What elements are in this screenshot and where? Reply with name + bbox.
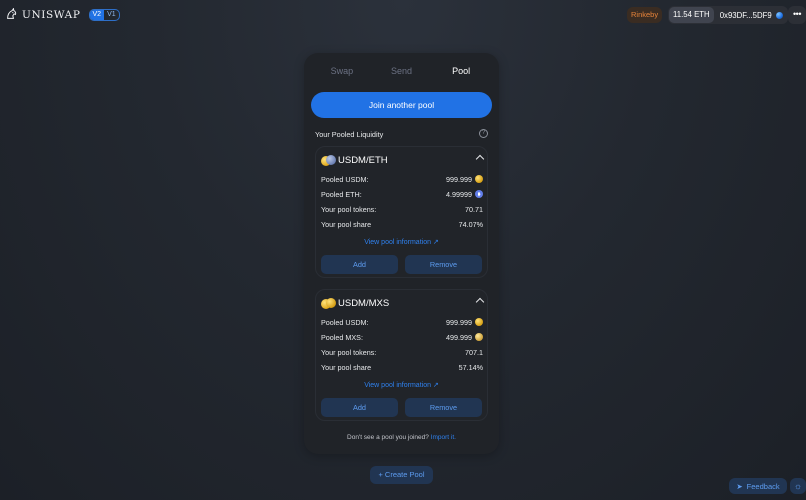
pair-name: USDM/MXS	[338, 298, 390, 309]
row-label: Pooled USDM:	[321, 174, 369, 184]
pool-position-usdm-mxs: USDM/MXS Pooled USDM: 999.999 Pooled MXS…	[315, 289, 488, 421]
mxs-icon	[475, 333, 483, 341]
pool-header[interactable]: USDM/ETH	[321, 155, 388, 166]
pair-icons	[321, 298, 336, 309]
pool-row: Your pool share 57.14%	[321, 362, 483, 372]
footnote-text: Don't see a pool you joined?	[347, 434, 429, 441]
view-pool-info-link[interactable]: View pool information ↗	[316, 238, 487, 246]
remove-liquidity-button[interactable]: Remove	[405, 255, 482, 274]
mxs-icon	[326, 298, 336, 308]
eth-icon	[326, 155, 336, 165]
row-value: 499.999	[446, 332, 472, 342]
pool-row: Your pool tokens: 707.1	[321, 347, 483, 357]
view-pool-info-link[interactable]: View pool information ↗	[316, 381, 487, 389]
version-v1-option[interactable]: V1	[104, 10, 119, 20]
version-v2-option[interactable]: V2	[89, 9, 105, 20]
row-value: 999.999	[446, 317, 472, 327]
version-toggle[interactable]: V2 V1	[88, 8, 120, 21]
tab-swap[interactable]: Swap	[312, 66, 372, 76]
row-label: Pooled MXS:	[321, 332, 363, 342]
usdm-icon	[475, 318, 483, 326]
brand-name: UNISWAP	[22, 8, 81, 21]
unicorn-icon	[7, 8, 17, 19]
row-value: 74.07%	[458, 219, 483, 229]
pool-row: Pooled USDM: 999.999	[321, 174, 483, 184]
pool-card: Swap Send Pool Join another pool Your Po…	[304, 53, 499, 454]
pooled-liquidity-title: Your Pooled Liquidity	[315, 130, 384, 139]
address-text: 0x93DF...5DF9	[719, 10, 772, 20]
uniswap-logo[interactable]: UNISWAP V2 V1	[5, 8, 120, 21]
import-pool-link[interactable]: Import it.	[431, 434, 456, 441]
collapse-chevron-icon[interactable]	[475, 154, 485, 164]
row-value: 57.14%	[458, 362, 483, 372]
more-menu-button[interactable]: •••	[788, 6, 806, 24]
remove-liquidity-button[interactable]: Remove	[405, 398, 482, 417]
feedback-button[interactable]: ➤ Feedback	[729, 478, 787, 494]
row-label: Pooled USDM:	[321, 317, 369, 327]
tab-send[interactable]: Send	[372, 66, 432, 76]
add-liquidity-button[interactable]: Add	[321, 398, 398, 417]
eth-icon	[475, 190, 483, 198]
row-value: 4.99999	[446, 189, 472, 199]
collapse-chevron-icon[interactable]	[475, 297, 485, 307]
row-value: 707.1	[465, 347, 483, 357]
wallet-button[interactable]: 11.54 ETH 0x93DF...5DF9	[668, 6, 788, 24]
row-value: 70.71	[465, 204, 483, 214]
tab-pool[interactable]: Pool	[431, 66, 491, 76]
add-liquidity-button[interactable]: Add	[321, 255, 398, 274]
row-value: 999.999	[446, 174, 472, 184]
pair-name: USDM/ETH	[338, 155, 388, 166]
import-pool-note: Don't see a pool you joined? Import it.	[304, 434, 499, 441]
help-icon[interactable]: ?	[479, 129, 488, 138]
nav-tabs: Swap Send Pool	[304, 66, 499, 76]
row-label: Your pool tokens:	[321, 204, 377, 214]
row-label: Pooled ETH:	[321, 189, 362, 199]
network-badge: Rinkeby	[627, 7, 663, 23]
send-icon: ➤	[736, 481, 743, 491]
usdm-icon	[475, 175, 483, 183]
feedback-label: Feedback	[746, 481, 780, 491]
pool-row: Pooled ETH: 4.99999	[321, 189, 483, 199]
wallet-avatar-icon	[775, 11, 783, 19]
pool-row: Your pool tokens: 70.71	[321, 204, 483, 214]
pool-row: Pooled USDM: 999.999	[321, 317, 483, 327]
pool-position-usdm-eth: USDM/ETH Pooled USDM: 999.999 Pooled ETH…	[315, 146, 488, 278]
pool-row: Your pool share 74.07%	[321, 219, 483, 229]
pair-icons	[321, 155, 336, 166]
pool-header[interactable]: USDM/MXS	[321, 298, 389, 309]
wallet-address[interactable]: 0x93DF...5DF9	[715, 11, 788, 20]
join-pool-button[interactable]: Join another pool	[311, 92, 492, 118]
row-label: Your pool share	[321, 219, 372, 229]
theme-toggle-icon[interactable]: ☼	[790, 478, 806, 494]
row-label: Your pool tokens:	[321, 347, 377, 357]
create-pool-button[interactable]: + Create Pool	[370, 466, 433, 484]
row-label: Your pool share	[321, 362, 372, 372]
pool-row: Pooled MXS: 499.999	[321, 332, 483, 342]
eth-balance: 11.54 ETH	[669, 7, 714, 23]
